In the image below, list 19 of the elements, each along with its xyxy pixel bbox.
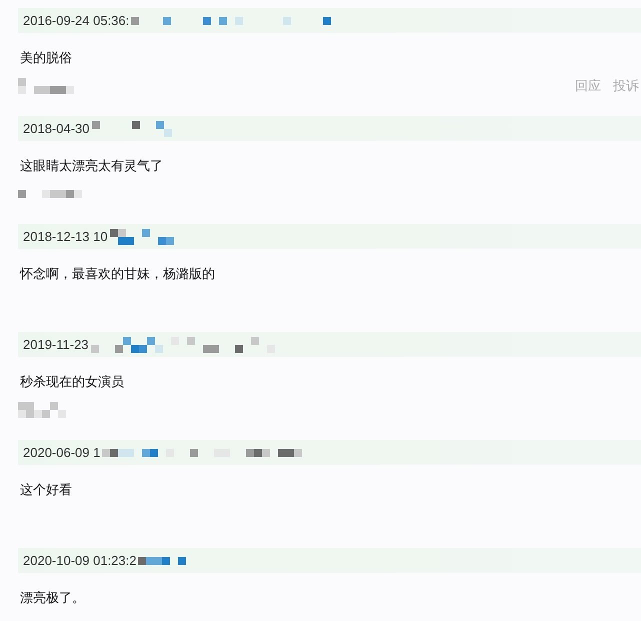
comment-time: 2019-11-23 [23,336,89,354]
comment-text: 这个好看 [20,481,72,500]
comment-text: 怀念啊，最喜欢的甘妹，杨潞版的 [20,265,215,284]
comment-action-link[interactable]: 回应 [575,76,601,96]
comment-text: 美的脱俗 [20,49,72,68]
comment-text: 漂亮极了。 [20,589,85,608]
comment-text: 秒杀现在的女演员 [20,373,124,392]
comment-action-link[interactable]: 投诉 [613,76,639,96]
pixelated-signature-drawing [18,190,82,198]
pixelated-username-drawing [110,228,174,244]
comment-time: 2016-09-24 05:36: [23,12,130,30]
comment-time: 2020-10-09 01:23:2 [23,552,136,570]
comment-time: 2018-04-30 [23,120,90,138]
comment-text: 这眼睛太漂亮太有灵气了 [20,157,163,176]
pixelated-signature-drawing [18,402,66,418]
pixelated-signature-drawing [18,78,74,94]
comment-time: 2020-06-09 1 [23,444,100,462]
comment-time: 2018-12-13 10 [23,228,108,246]
pixelated-username-drawing [138,556,186,564]
